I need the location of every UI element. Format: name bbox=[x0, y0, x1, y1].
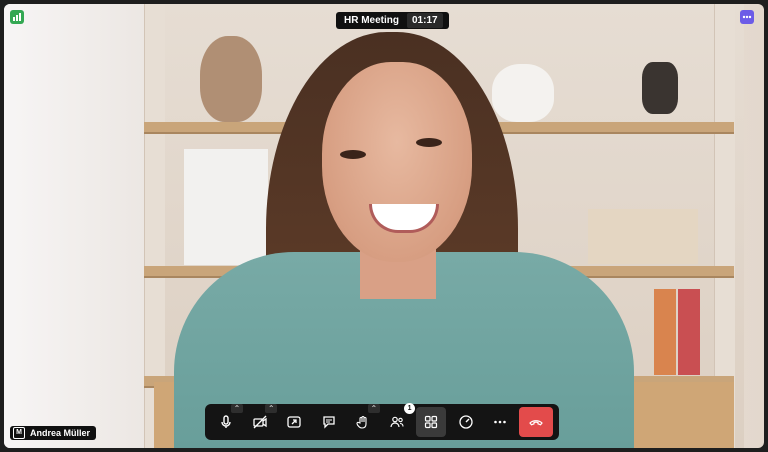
meeting-timer: 01:17 bbox=[407, 13, 443, 28]
camera-button[interactable]: ⌃ bbox=[245, 404, 278, 437]
participant-initial-badge: M bbox=[13, 427, 25, 439]
leave-call-button[interactable] bbox=[518, 407, 553, 437]
vase bbox=[200, 36, 262, 122]
microphone-options-chevron-icon[interactable]: ⌃ bbox=[231, 404, 243, 413]
share-screen-button[interactable] bbox=[279, 407, 309, 437]
participants-icon bbox=[389, 414, 405, 430]
raise-hand-button[interactable]: ⌃ bbox=[348, 404, 380, 437]
meeting-toolbar: ⌃ ⌃ ⌃ 1 bbox=[205, 403, 559, 440]
vase bbox=[492, 64, 554, 122]
layout-button[interactable] bbox=[416, 407, 447, 437]
camera-off-icon bbox=[252, 414, 268, 430]
speed-gauge-icon bbox=[458, 414, 474, 430]
more-options-icon[interactable] bbox=[740, 10, 754, 24]
chat-icon bbox=[321, 414, 337, 430]
book-stack bbox=[588, 209, 698, 264]
binders bbox=[184, 149, 268, 265]
book bbox=[678, 289, 700, 375]
microphone-icon bbox=[218, 414, 234, 430]
person-eye bbox=[416, 138, 442, 147]
grid-layout-icon bbox=[423, 414, 439, 430]
meeting-window: HR Meeting 01:17 M Andrea Müller ⌃ ⌃ ⌃ 1 bbox=[0, 0, 768, 452]
reactions-chevron-icon[interactable]: ⌃ bbox=[367, 404, 380, 413]
raise-hand-icon bbox=[355, 414, 371, 430]
participant-name-tag: M Andrea Müller bbox=[10, 426, 97, 440]
decor-object bbox=[642, 62, 678, 114]
participant-video bbox=[4, 4, 764, 448]
end-call-icon bbox=[528, 414, 544, 430]
app-logo-icon[interactable] bbox=[10, 10, 24, 24]
person-eye bbox=[340, 150, 366, 159]
more-button[interactable] bbox=[485, 407, 515, 437]
background-wall bbox=[4, 4, 144, 448]
meeting-title: HR Meeting bbox=[344, 15, 399, 26]
participant-name: Andrea Müller bbox=[30, 428, 91, 438]
cabinet bbox=[634, 382, 734, 448]
microphone-button[interactable]: ⌃ bbox=[211, 404, 243, 437]
chat-button[interactable] bbox=[314, 407, 344, 437]
connection-stats-button[interactable] bbox=[451, 407, 481, 437]
book bbox=[654, 289, 676, 375]
camera-options-chevron-icon[interactable]: ⌃ bbox=[265, 404, 278, 413]
meeting-title-bar: HR Meeting 01:17 bbox=[336, 12, 449, 29]
participant-count-badge: 1 bbox=[404, 403, 416, 414]
share-screen-icon bbox=[286, 414, 302, 430]
more-horizontal-icon bbox=[492, 414, 508, 430]
participants-button[interactable]: 1 bbox=[382, 403, 416, 437]
